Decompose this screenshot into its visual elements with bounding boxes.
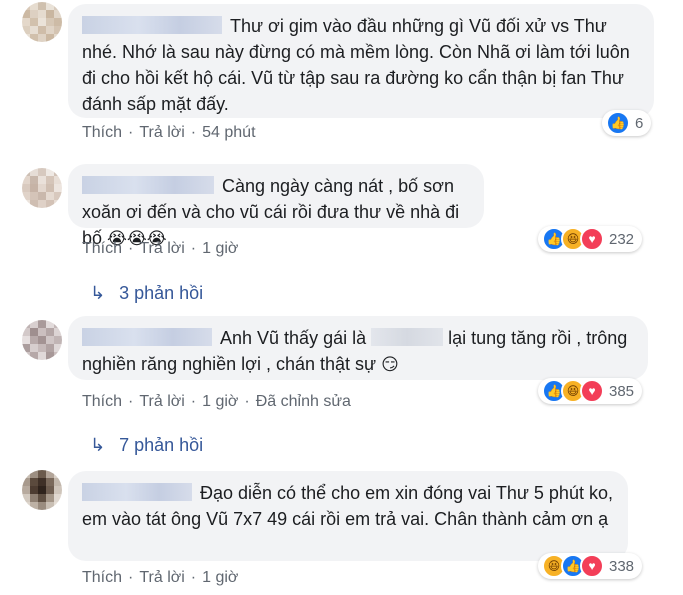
author-name-blurred[interactable] <box>82 16 222 34</box>
comment-text-start: Anh Vũ thấy gái là <box>220 328 367 348</box>
like-link[interactable]: Thích <box>82 393 122 410</box>
avatar[interactable] <box>22 168 62 208</box>
timestamp[interactable]: 54 phút <box>202 124 255 141</box>
reaction-summary[interactable]: 👍 6 <box>602 110 652 136</box>
avatar[interactable] <box>22 2 62 42</box>
timestamp[interactable]: 1 giờ <box>202 240 238 257</box>
replies-count: 3 phản hồi <box>119 283 204 303</box>
comment-actions: Thích · Trả lời · 1 giờ · Đã chỉnh sửa <box>82 393 351 410</box>
love-reaction-icon: ♥ <box>580 554 604 578</box>
edited-label[interactable]: Đã chỉnh sửa <box>256 393 351 410</box>
view-replies-link[interactable]: ↳ 3 phản hồi <box>90 283 203 304</box>
reaction-count: 6 <box>635 114 644 132</box>
comment-bubble: Đạo diễn có thể cho em xin đóng vai Thư … <box>68 471 628 561</box>
comment-bubble: Anh Vũ thấy gái là lại tung tăng rồi , t… <box>68 316 648 380</box>
reply-arrow-icon: ↳ <box>90 283 106 303</box>
comment-actions: Thích · Trả lời · 1 giờ <box>82 569 239 586</box>
reaction-count: 338 <box>609 557 635 575</box>
comment-bubble: Càng ngày càng nát , bố sơn xoăn ơi đến … <box>68 164 484 248</box>
reaction-count: 232 <box>609 230 635 248</box>
like-link[interactable]: Thích <box>82 124 122 141</box>
avatar[interactable] <box>22 470 62 510</box>
comment-actions: Thích · Trả lời · 54 phút <box>82 124 256 141</box>
reaction-summary[interactable]: 😆 👍 ♥ 338 <box>538 553 643 579</box>
avatar[interactable] <box>22 320 62 360</box>
love-reaction-icon: ♥ <box>580 227 604 251</box>
author-name-blurred[interactable] <box>82 176 214 194</box>
reply-link[interactable]: Trả lời <box>139 124 184 141</box>
like-link[interactable]: Thích <box>82 240 122 257</box>
timestamp[interactable]: 1 giờ <box>202 569 238 586</box>
like-link[interactable]: Thích <box>82 569 122 586</box>
reply-link[interactable]: Trả lời <box>139 569 184 586</box>
reaction-summary[interactable]: 👍 😆 ♥ 232 <box>538 226 643 252</box>
author-name-blurred[interactable] <box>82 483 192 501</box>
blurred-word <box>371 328 444 346</box>
love-reaction-icon: ♥ <box>580 379 604 403</box>
smirk-emoji-icon: 😏 <box>381 355 399 374</box>
reply-arrow-icon: ↳ <box>90 435 106 455</box>
reply-link[interactable]: Trả lời <box>139 240 184 257</box>
reply-link[interactable]: Trả lời <box>139 393 184 410</box>
timestamp[interactable]: 1 giờ <box>202 393 238 410</box>
author-name-blurred[interactable] <box>82 328 212 346</box>
comment-bubble: Thư ơi gim vào đầu những gì Vũ đối xử vs… <box>68 4 654 118</box>
reaction-summary[interactable]: 👍 😆 ♥ 385 <box>538 378 643 404</box>
comment-actions: Thích · Trả lời · 1 giờ <box>82 240 239 257</box>
reaction-count: 385 <box>609 382 635 400</box>
replies-count: 7 phản hồi <box>119 435 204 455</box>
view-replies-link[interactable]: ↳ 7 phản hồi <box>90 435 203 456</box>
like-reaction-icon: 👍 <box>606 111 630 135</box>
